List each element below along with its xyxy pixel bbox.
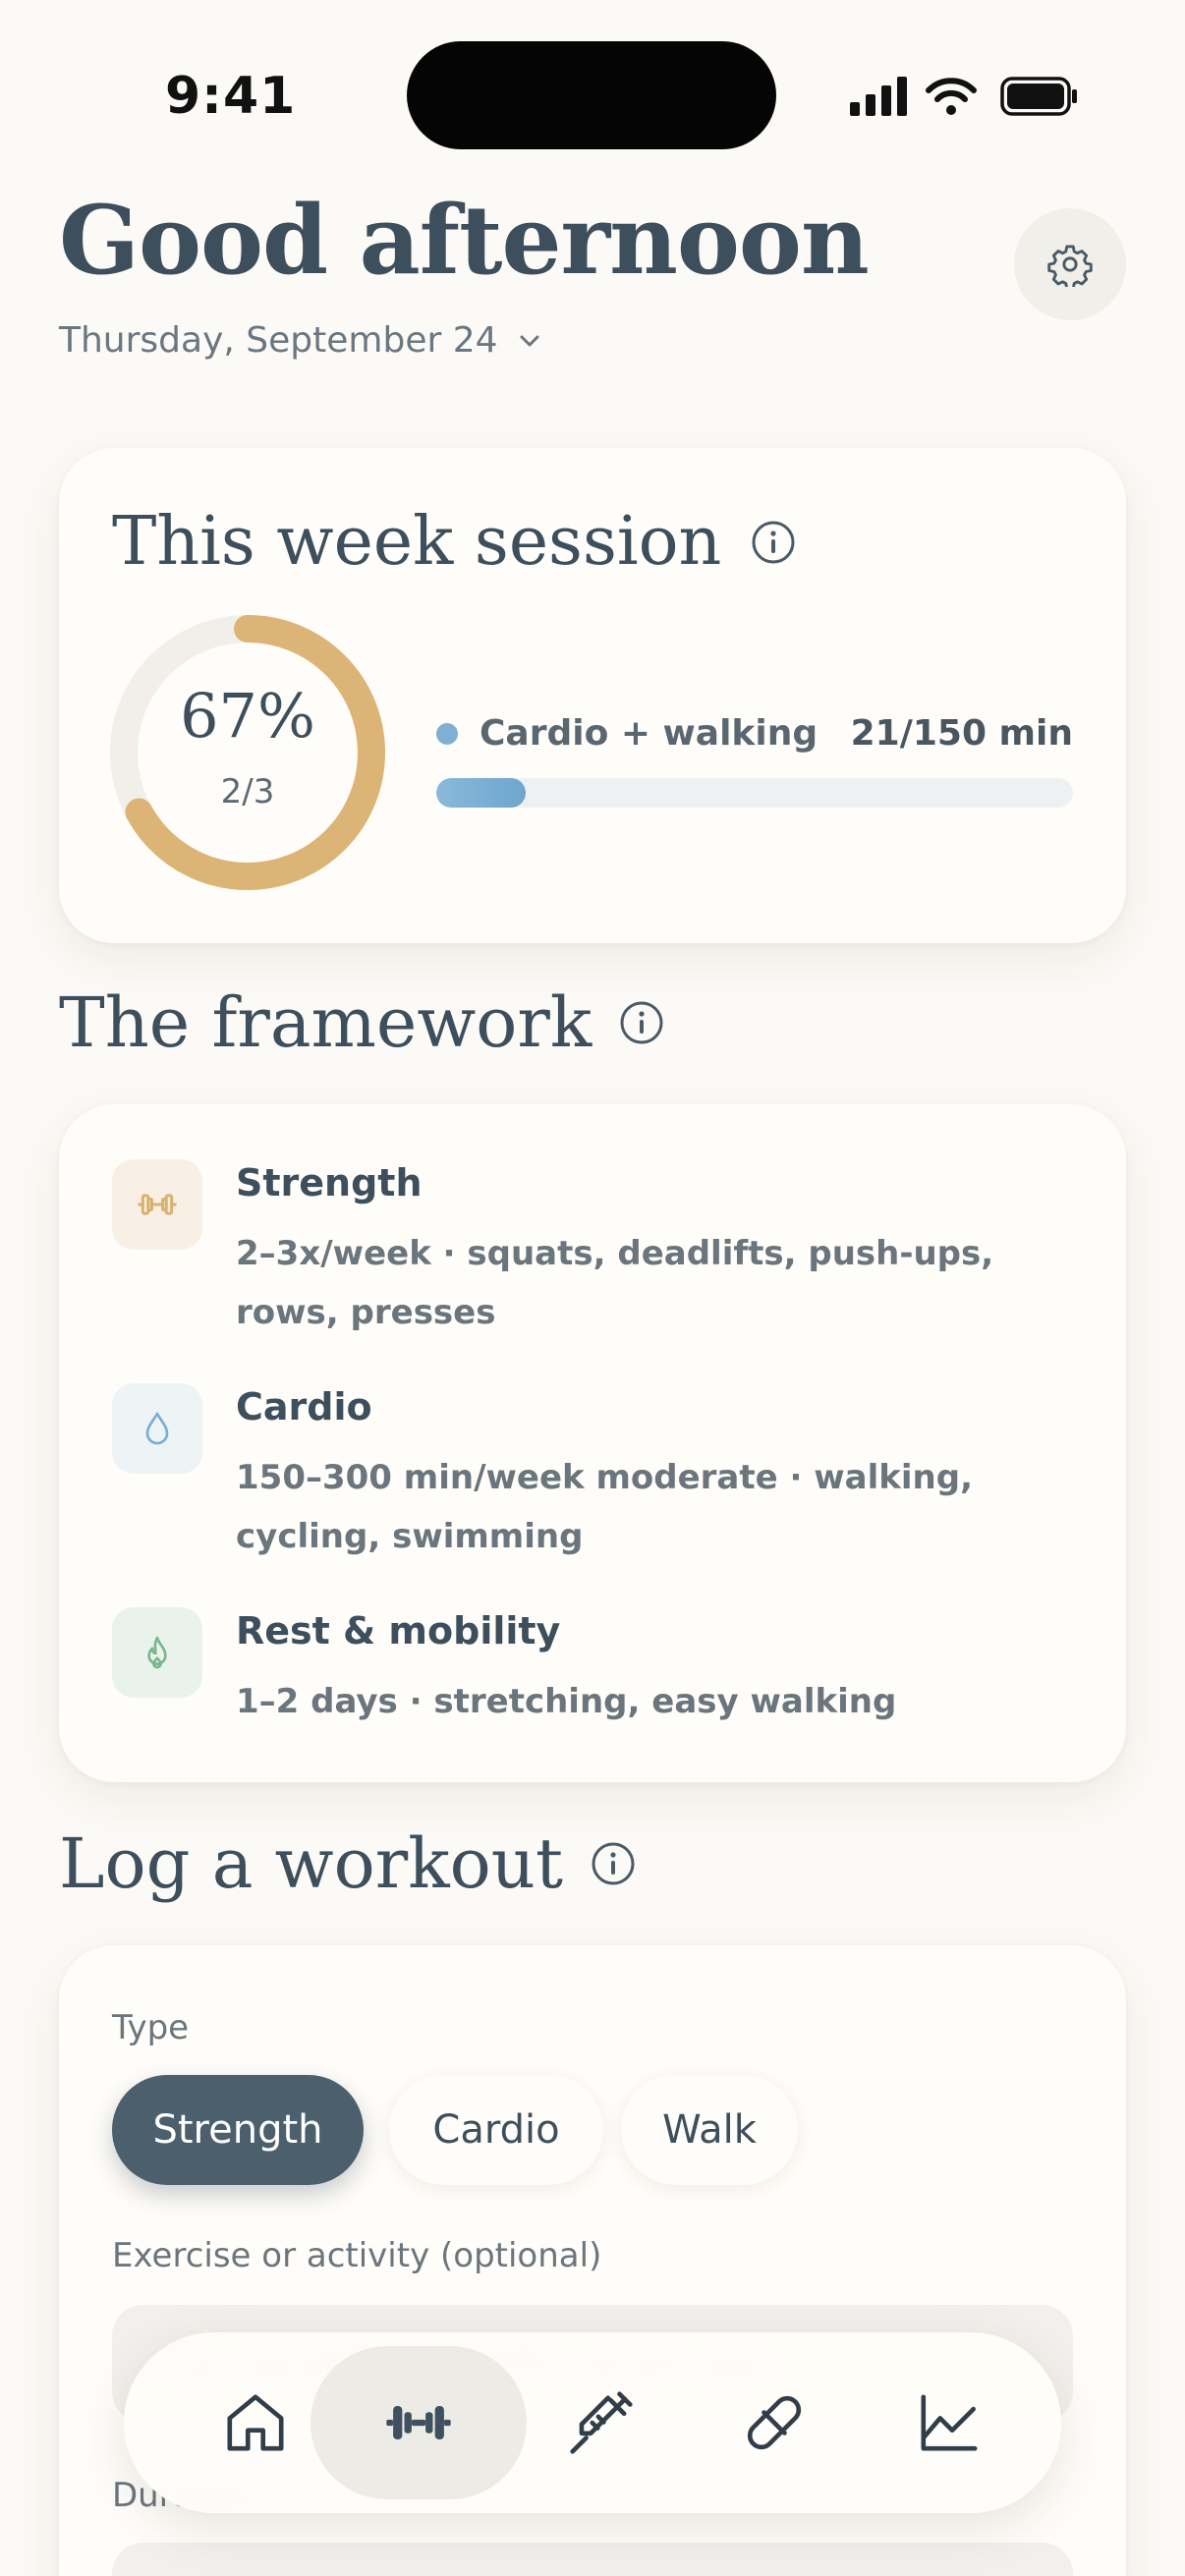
framework-item-strength: Strength 2–3x/week · squats, deadlifts, … bbox=[112, 1159, 1095, 1346]
status-bar: 9:41 bbox=[0, 0, 1185, 187]
log-title-text: Log a workout bbox=[59, 1823, 563, 1904]
dynamic-island bbox=[407, 41, 776, 149]
duration-input[interactable] bbox=[112, 2543, 1073, 2576]
date-label: Thursday, September 24 bbox=[59, 320, 498, 361]
framework-card: Strength 2–3x/week · squats, deadlifts, … bbox=[59, 1104, 1126, 1782]
cardio-bar-value: 21/150 min bbox=[850, 713, 1073, 754]
session-title: This week session bbox=[112, 503, 796, 581]
chart-icon bbox=[921, 2394, 978, 2451]
home-icon bbox=[227, 2394, 284, 2451]
framework-item-cardio: Cardio 150–300 min/week moderate · walki… bbox=[112, 1383, 1095, 1570]
info-icon[interactable] bbox=[751, 520, 796, 565]
flame-icon bbox=[147, 1636, 167, 1669]
framework-icon-tile bbox=[112, 1159, 202, 1250]
dumbbell-icon bbox=[138, 1194, 177, 1215]
cardio-progress-fill bbox=[436, 778, 526, 808]
settings-button[interactable] bbox=[1014, 208, 1126, 320]
signal-icon bbox=[850, 77, 907, 116]
framework-section-title: The framework bbox=[59, 982, 664, 1063]
chevron-down-icon bbox=[520, 335, 539, 346]
cardio-bar-label: Cardio + walking bbox=[436, 713, 818, 754]
framework-item-name: Rest & mobility bbox=[236, 1609, 561, 1652]
log-section-title: Log a workout bbox=[59, 1823, 636, 1904]
framework-icon-tile bbox=[112, 1383, 202, 1474]
pill-icon bbox=[747, 2395, 802, 2450]
cardio-progress-track bbox=[436, 778, 1073, 808]
session-title-text: This week session bbox=[112, 503, 722, 581]
type-label: Type bbox=[112, 2008, 190, 2047]
cardio-bar-label-text: Cardio + walking bbox=[480, 713, 818, 754]
framework-item-desc: 1–2 days · stretching, easy walking bbox=[236, 1682, 897, 1721]
tab-progress[interactable] bbox=[841, 2346, 1057, 2499]
progress-percent: 67% bbox=[180, 680, 315, 752]
legend-dot bbox=[436, 722, 458, 745]
framework-item-desc: 150–300 min/week moderate · walking, cyc… bbox=[236, 1458, 973, 1556]
droplet-icon bbox=[145, 1412, 169, 1445]
framework-icon-tile bbox=[112, 1607, 202, 1698]
weekly-session-card: This week session 67% 2/3 Cardio + walki… bbox=[59, 448, 1126, 943]
date-selector[interactable]: Thursday, September 24 bbox=[59, 320, 543, 361]
type-chip-walk[interactable]: Walk bbox=[621, 2075, 798, 2185]
framework-item-rest: Rest & mobility 1–2 days · stretching, e… bbox=[112, 1607, 1095, 1755]
framework-item-desc: 2–3x/week · squats, deadlifts, push-ups,… bbox=[236, 1234, 994, 1332]
gear-icon bbox=[1047, 245, 1093, 287]
wifi-icon bbox=[926, 78, 977, 102]
progress-fraction: 2/3 bbox=[220, 772, 275, 812]
framework-title-text: The framework bbox=[59, 982, 592, 1063]
dumbbell-icon bbox=[386, 2406, 451, 2439]
type-chip-cardio[interactable]: Cardio bbox=[389, 2075, 603, 2185]
status-icons bbox=[850, 77, 1077, 116]
syringe-icon bbox=[570, 2391, 633, 2454]
battery-icon bbox=[1000, 77, 1077, 116]
info-icon[interactable] bbox=[591, 1841, 636, 1886]
type-chip-strength[interactable]: Strength bbox=[112, 2075, 364, 2185]
framework-item-name: Cardio bbox=[236, 1385, 372, 1428]
framework-item-name: Strength bbox=[236, 1161, 423, 1204]
progress-ring bbox=[110, 615, 385, 890]
bottom-tab-bar bbox=[124, 2332, 1061, 2513]
info-icon[interactable] bbox=[619, 1000, 664, 1045]
status-time: 9:41 bbox=[165, 67, 297, 126]
exercise-label: Exercise or activity (optional) bbox=[112, 2236, 602, 2275]
greeting-title: Good afternoon bbox=[59, 185, 870, 296]
